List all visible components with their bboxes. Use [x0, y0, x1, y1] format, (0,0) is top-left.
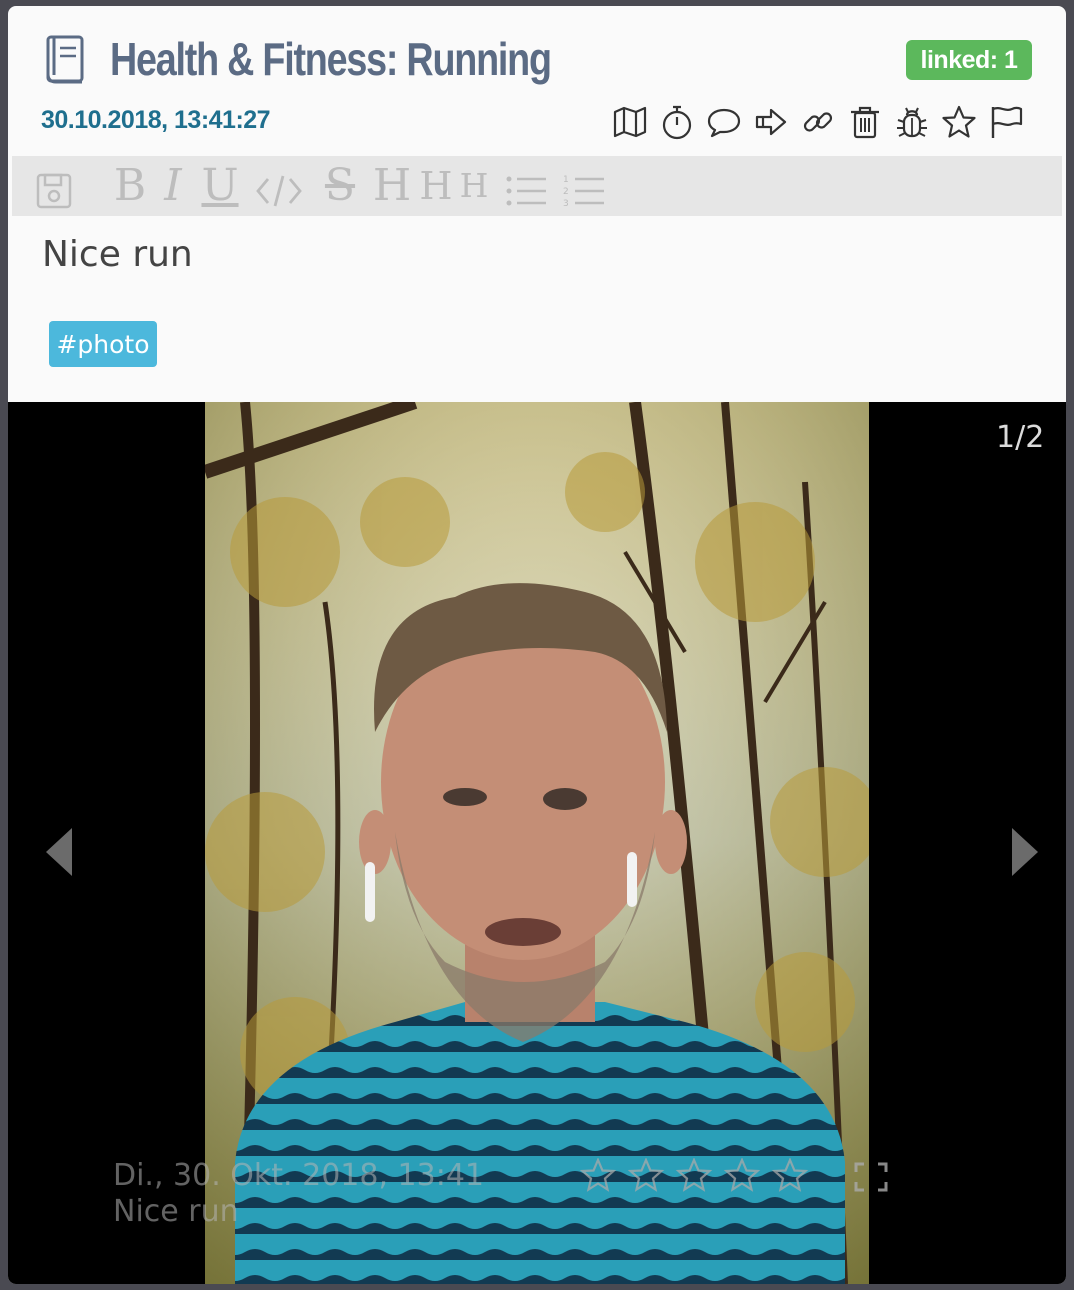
stopwatch-icon[interactable] [655, 100, 699, 144]
rating-star-icon[interactable] [718, 1158, 766, 1194]
linked-badge[interactable]: linked: 1 [906, 40, 1032, 80]
bold-icon[interactable]: B [112, 156, 148, 216]
prev-arrow-icon[interactable] [40, 822, 80, 882]
entry-timestamp[interactable]: 30.10.2018, 13:41:27 [41, 106, 271, 135]
trash-icon[interactable] [843, 100, 887, 144]
underline-icon[interactable]: U [200, 156, 240, 216]
star-icon[interactable] [937, 100, 981, 144]
strikethrough-icon[interactable]: S [318, 156, 362, 216]
svg-text:2: 2 [563, 187, 569, 197]
svg-text:3: 3 [563, 199, 569, 209]
book-icon [46, 35, 84, 84]
photo-gallery: 1/2 Di., 30. Okt. 2018, 13:41 Nice run [8, 402, 1066, 1284]
comment-icon[interactable] [702, 100, 746, 144]
photo-caption-date: Di., 30. Okt. 2018, 13:41 [113, 1158, 484, 1193]
rating-star-icon[interactable] [766, 1158, 814, 1194]
heading1-icon[interactable]: H [372, 156, 412, 216]
rating-star-icon[interactable] [574, 1158, 622, 1194]
gallery-counter: 1/2 [996, 420, 1045, 455]
rating-star-icon[interactable] [670, 1158, 718, 1194]
bug-icon[interactable] [890, 100, 934, 144]
entry-actions [608, 100, 1031, 144]
flag-icon[interactable] [984, 100, 1028, 144]
bullet-list-icon[interactable] [504, 161, 548, 211]
share-icon[interactable] [749, 100, 793, 144]
photo-rating [574, 1158, 814, 1194]
rating-star-icon[interactable] [622, 1158, 670, 1194]
photo-caption-text: Nice run [113, 1194, 239, 1229]
fullscreen-icon[interactable] [854, 1162, 888, 1192]
svg-text:1: 1 [563, 175, 569, 185]
journal-entry-card: Health & Fitness: Running linked: 1 30.1… [8, 6, 1066, 1284]
next-arrow-icon[interactable] [1004, 822, 1044, 882]
heading3-icon[interactable]: H [458, 156, 490, 216]
entry-title: Health & Fitness: Running [110, 33, 552, 85]
link-icon[interactable] [796, 100, 840, 144]
italic-icon[interactable]: I [158, 156, 188, 216]
save-icon[interactable] [32, 161, 76, 211]
numbered-list-icon[interactable]: 1 2 3 [562, 161, 606, 211]
heading2-icon[interactable]: H [418, 156, 454, 216]
hashtag-badge[interactable]: #photo [49, 321, 157, 367]
editor-toolbar: B I U S H H H 1 2 3 [12, 156, 1062, 216]
code-icon[interactable] [254, 161, 304, 211]
gallery-photo[interactable] [205, 402, 869, 1284]
map-icon[interactable] [608, 100, 652, 144]
entry-text[interactable]: Nice run [42, 234, 193, 275]
